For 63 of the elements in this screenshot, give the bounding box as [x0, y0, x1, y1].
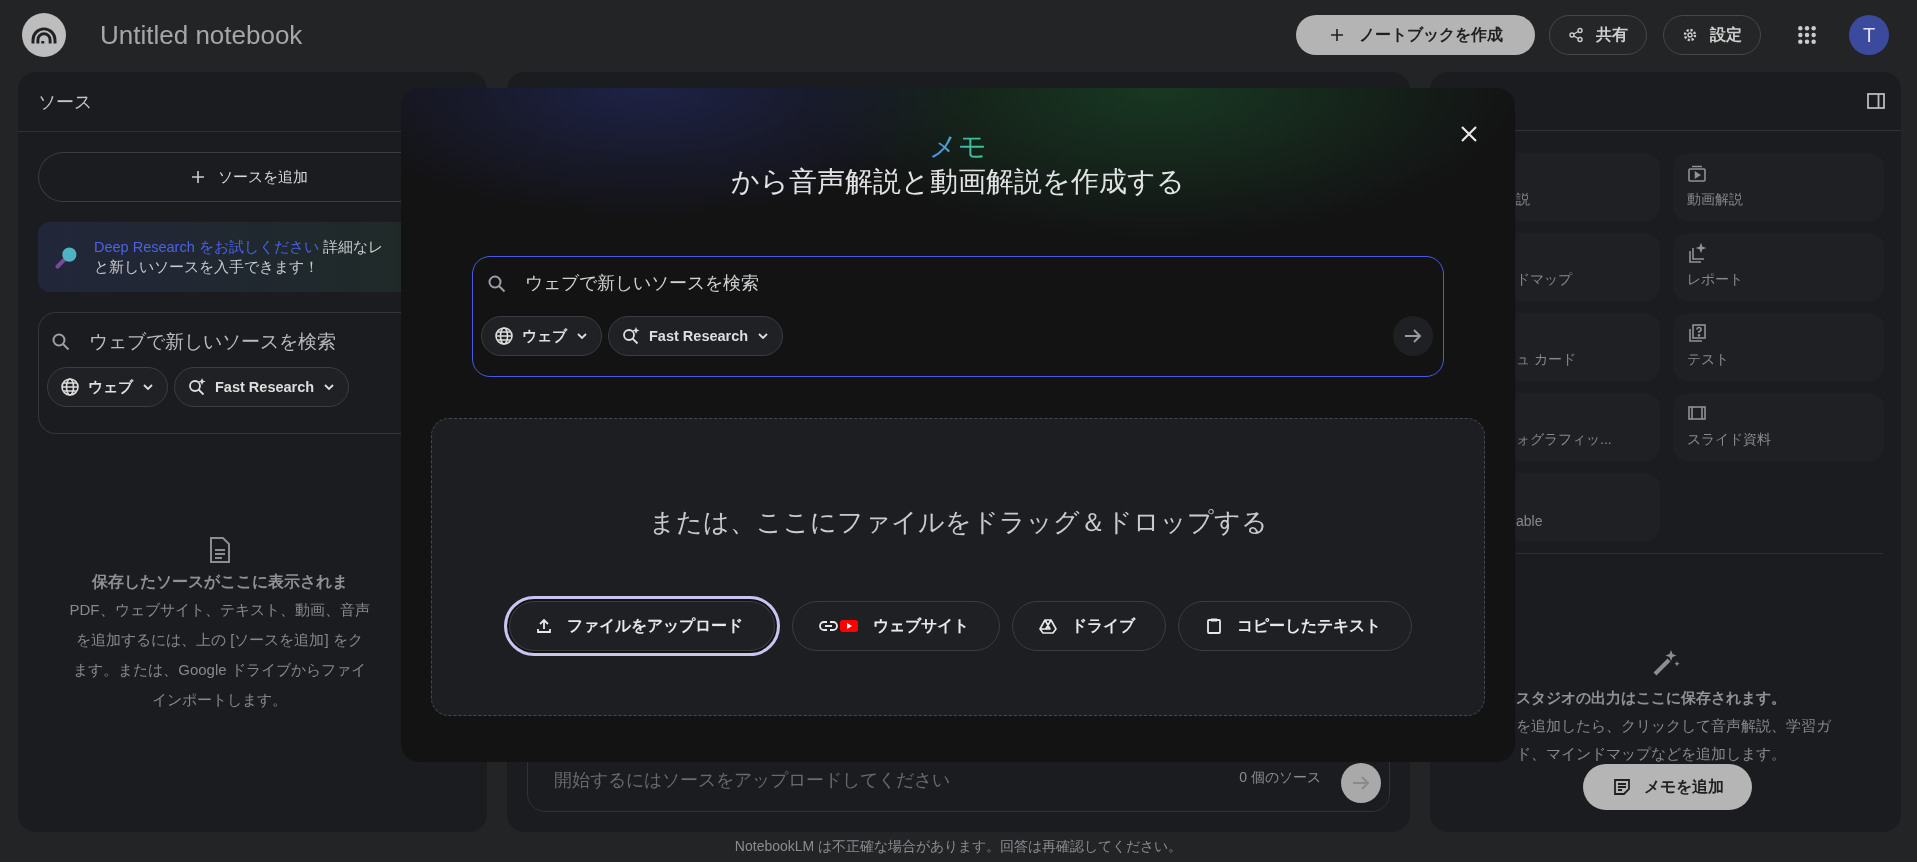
document-icon [207, 536, 232, 564]
avatar[interactable]: T [1849, 15, 1889, 55]
close-icon[interactable] [1459, 124, 1479, 144]
panel-toggle-icon[interactable] [1866, 91, 1886, 111]
video-icon [1687, 163, 1707, 183]
empty-state-title: 保存したソースがここに表示されま [91, 572, 348, 592]
notebook-title[interactable]: Untitled notebook [100, 19, 303, 51]
apps-icon[interactable] [1797, 25, 1817, 45]
studio-tile[interactable]: スライド資料 [1673, 393, 1884, 461]
settings-icon [1682, 27, 1698, 43]
share-button[interactable]: 共有 [1549, 15, 1647, 55]
studio-tile[interactable]: 説 [1516, 153, 1660, 221]
plus-icon [190, 169, 206, 185]
upload-icon [535, 617, 553, 635]
report-icon [1687, 243, 1707, 263]
studio-tile[interactable]: 動画解説 [1673, 153, 1884, 221]
empty-state-text: PDF、ウェブサイト、テキスト、動画、音声 を追加するには、上の [ソースを追加] をク ます。または、Google ドライブからファイ インポートします。 [69, 600, 370, 710]
drive-button[interactable]: ドライブ [1012, 601, 1166, 651]
source-count: 0 個のソース [1239, 769, 1321, 787]
file-drop-zone[interactable]: または、ここにファイルをドラッグ＆ドロップする ファイルをアップロード ウェブサイト ドライブ コピーしたテキスト [431, 418, 1485, 716]
studio-tile[interactable]: テスト [1673, 313, 1884, 381]
chat-input-field[interactable]: 開始するにはソースをアップロードしてください [554, 770, 1220, 803]
add-note-button[interactable]: メモを追加 [1583, 764, 1752, 810]
upload-file-button[interactable]: ファイルをアップロード [504, 596, 780, 656]
search-icon [487, 273, 507, 294]
drop-hint: または、ここにファイルをドラッグ＆ドロップする [648, 506, 1268, 539]
website-button[interactable]: ウェブサイト [792, 601, 1000, 651]
send-button[interactable] [1341, 763, 1381, 803]
studio-tile[interactable]: ュ カード [1516, 313, 1660, 381]
logo-icon [22, 13, 66, 57]
globe-icon [60, 377, 80, 397]
link-and-video-icon [819, 617, 859, 635]
promo-text: Deep Research をお試しください 詳細なレ と新しいソースを入手できます！ [94, 238, 383, 277]
search-field[interactable]: ウェブで新しいソースを検索 [525, 273, 1125, 294]
clipboard-icon [1205, 617, 1223, 635]
note-icon [1611, 777, 1632, 797]
panel-title: ソース [38, 90, 92, 114]
plus-icon [1328, 27, 1345, 43]
dialog-title: から音声解説と動画解説を作成する [731, 165, 1185, 199]
source-type-dropdown[interactable]: ウェブ [47, 367, 168, 407]
sparkle-search-icon [621, 326, 641, 346]
add-source-button[interactable]: ソースを追加 [38, 152, 401, 202]
copied-text-button[interactable]: コピーしたテキスト [1178, 601, 1412, 651]
submit-button[interactable] [1393, 316, 1433, 356]
create-notebook-button[interactable]: ノートブックを作成 [1296, 15, 1535, 55]
research-mode-dropdown[interactable]: Fast Research [174, 367, 350, 407]
disclaimer-text: NotebookLM は不正確な場合があります。回答は再確認してください。 [733, 837, 1184, 856]
studio-tile[interactable]: able [1516, 473, 1660, 541]
share-icon [1568, 27, 1584, 43]
studio-tile[interactable]: ドマップ [1516, 233, 1660, 301]
studio-tile[interactable]: レポート [1673, 233, 1884, 301]
settings-button[interactable]: 設定 [1663, 15, 1761, 55]
triangle-icon [1039, 617, 1057, 635]
globe-icon [494, 326, 514, 346]
search-icon [51, 332, 71, 352]
source-type-dropdown[interactable]: ウェブ [481, 316, 602, 356]
studio-empty-text: スタジオの出力はここに保存されます。 を追加したら、クリックして音声解説、学習ガ ド、マインドマップなどを追加します。 [1515, 688, 1832, 764]
quiz-icon [1687, 323, 1707, 343]
research-mode-dropdown[interactable]: Fast Research [608, 316, 784, 356]
studio-tile[interactable]: ォグラフィッ... [1516, 393, 1660, 461]
search-field[interactable]: ウェブで新しいソースを検索 [89, 331, 369, 353]
slides-icon [1687, 403, 1707, 423]
sparkle-search-icon [187, 377, 207, 397]
